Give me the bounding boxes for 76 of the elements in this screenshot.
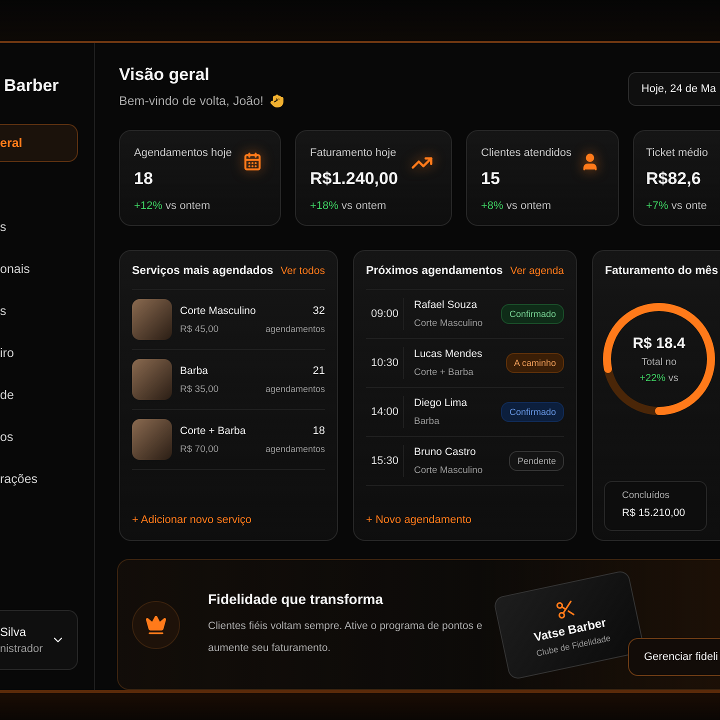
brand-name: Barber	[3, 76, 60, 96]
revenue-change: +22% vs	[640, 372, 678, 384]
nav-item[interactable]: onais	[0, 250, 78, 288]
completed-value: R$ 15.210,00	[622, 507, 686, 519]
status-badge: A caminho	[506, 353, 564, 373]
nav-item[interactable]: os	[0, 418, 78, 456]
banner-text: Clientes fiéis voltam sempre. Ative o programa de pontos e aumente seu faturamento.	[208, 618, 484, 656]
banner-title: Fidelidade que transforma	[208, 590, 384, 606]
photo-placeholder	[132, 419, 172, 460]
revenue-total: R$ 18.4	[632, 334, 686, 352]
status-badge: Confirmado	[501, 402, 564, 422]
panel-title: Próximos agendamentos	[366, 265, 503, 277]
booking-count: 18	[312, 425, 325, 437]
nav-item[interactable]: s	[0, 208, 78, 246]
stat-change: +18% vs ontem	[310, 200, 388, 212]
nav-item[interactable]: de	[0, 376, 78, 414]
stat-label: Clientes atendidos	[481, 147, 573, 159]
hand-icon	[270, 94, 284, 108]
stat-change: +12% vs ontem	[134, 200, 212, 212]
user-card[interactable]: Silva nistrador	[0, 610, 78, 670]
stat-label: Agendamentos hoje	[134, 147, 233, 159]
user-name: Silva	[0, 625, 28, 639]
service-name: Corte Masculino	[180, 304, 257, 316]
client-name: Lucas Mendes	[414, 348, 484, 360]
revenue-caption: Total no	[641, 356, 677, 368]
nav-item[interactable]: eral	[0, 124, 78, 162]
stat-label: Ticket médio	[646, 147, 709, 159]
page-title: Visão geral	[119, 65, 210, 85]
appointment-time: 10:30	[366, 347, 404, 379]
client-name: Diego Lima	[414, 397, 468, 409]
appointment-time: 09:00	[366, 298, 404, 330]
booking-unit: agendamentos	[265, 384, 325, 394]
service-price: R$ 70,00	[180, 444, 220, 454]
booking-unit: agendamentos	[265, 324, 325, 334]
photo-placeholder	[132, 299, 172, 340]
appointment-service: Corte Masculino	[414, 465, 484, 476]
add-service-link[interactable]: + Adicionar novo serviço	[132, 514, 325, 526]
stat-value: 18	[134, 169, 154, 189]
stat-change: +8% vs ontem	[481, 200, 552, 212]
appointment-service: Barba	[414, 416, 440, 427]
appointment-time: 15:30	[366, 445, 404, 477]
see-all-link[interactable]: Ver todos	[280, 265, 325, 277]
stat-value: R$82,6	[646, 169, 702, 189]
service-name: Barba	[180, 364, 210, 376]
stat-value: R$1.240,00	[310, 169, 399, 189]
nav-item[interactable]: s	[0, 292, 78, 330]
completed-label: Concluídos	[622, 490, 671, 501]
photo-placeholder	[132, 359, 172, 400]
panel-title: Serviços mais agendados	[132, 265, 274, 277]
manage-loyalty-button[interactable]: Gerenciar fideli	[628, 638, 720, 676]
booking-count: 21	[312, 365, 325, 377]
status-badge: Confirmado	[501, 304, 564, 324]
service-price: R$ 45,00	[180, 324, 220, 334]
service-price: R$ 35,00	[180, 384, 220, 394]
stat-value: 15	[481, 169, 501, 189]
status-badge: Pendente	[509, 451, 564, 471]
stat-change: +7% vs onte	[646, 200, 708, 212]
crown-icon	[145, 614, 167, 636]
client-name: Rafael Souza	[414, 299, 478, 311]
calendar-icon	[243, 152, 262, 171]
client-name: Bruno Castro	[414, 446, 477, 458]
appointment-service: Corte Masculino	[414, 318, 484, 329]
welcome-text: Bem-vindo de volta, João!	[119, 94, 264, 108]
user-role: nistrador	[0, 643, 43, 655]
new-appointment-link[interactable]: + Novo agendamento	[366, 514, 564, 526]
booking-count: 32	[312, 305, 325, 317]
nav-item[interactable]: iro	[0, 334, 78, 372]
appointment-service: Corte + Barba	[414, 367, 474, 378]
booking-unit: agendamentos	[265, 444, 325, 454]
see-schedule-link[interactable]: Ver agenda	[510, 265, 564, 277]
panel-title: Faturamento do mês	[605, 265, 720, 277]
date-button[interactable]: Hoje, 24 de Ma	[628, 72, 720, 106]
service-name: Corte + Barba	[180, 424, 247, 436]
appointment-time: 14:00	[366, 396, 404, 428]
stat-label: Faturamento hoje	[310, 147, 398, 159]
nav-item[interactable]: rações	[0, 460, 78, 498]
